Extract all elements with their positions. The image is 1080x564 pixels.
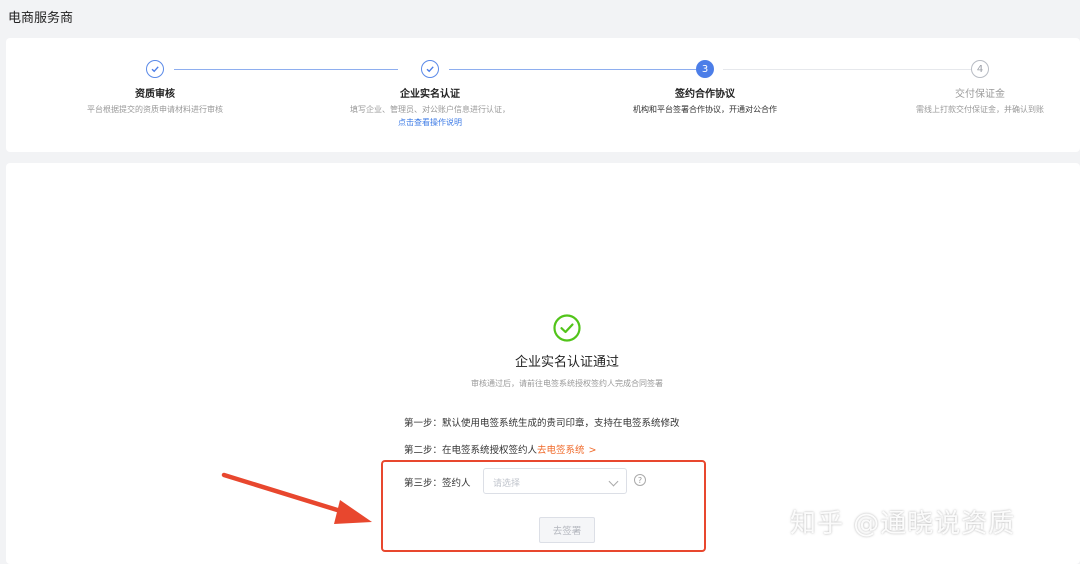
result-title: 企业实名认证通过 [514,355,619,370]
step-connector [174,69,398,70]
instruction-step-1: 第一步：默认使用电签系统生成的贵司印章，支持在电签系统修改 [404,418,680,429]
step-title: 签约合作协议 [675,89,735,100]
step-done-check-icon [146,60,164,78]
success-check-icon [553,314,581,342]
annotation-highlight-box [381,460,706,552]
step-desc: 填写企业、管理员、对公账户信息进行认证， 点击查看操作说明 [348,103,512,129]
step-title: 资质审核 [135,89,175,100]
instruction-step-2: 第二步：在电签系统授权签约人去电签系统 > [404,442,597,456]
step-desc: 机构和平台签署合作协议，开通对公合作 [633,105,777,114]
step-done-check-icon [421,60,439,78]
step-title: 企业实名认证 [400,89,460,100]
esign-system-link[interactable]: 去电签系统 [537,445,585,456]
instruction-step-2-text: 第二步：在电签系统授权签约人 [404,445,538,456]
operation-guide-link[interactable]: 点击查看操作说明 [398,118,462,127]
page-title: 电商服务商 [8,11,74,26]
progress-steps: 资质审核 平台根据提交的资质申请材料进行审核 企业实名认证 填写企业、管理员、对… [6,38,1080,152]
result-subtitle: 审核通过后，请前往电签系统授权签约人完成合同签署 [471,379,663,388]
step-connector [723,69,971,70]
step-desc: 需线上打款交付保证金，并确认到账 [916,105,1044,114]
step-number-badge: 3 [696,60,714,78]
step-number-badge: 4 [971,60,989,78]
step-desc: 平台根据提交的资质申请材料进行审核 [87,105,223,114]
chevron-right-icon: > [588,445,597,456]
watermark: 知乎 @通晓说资质 [790,509,1016,539]
step-title: 交付保证金 [955,89,1005,100]
step-desc-text: 填写企业、管理员、对公账户信息进行认证， [350,105,510,114]
step-connector [449,69,697,70]
